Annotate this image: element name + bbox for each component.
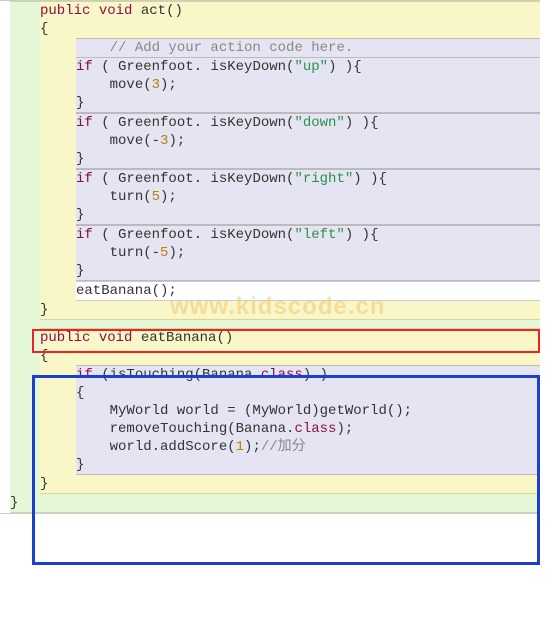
code-line: if ( Greenfoot. isKeyDown("down") ){ [0, 113, 540, 132]
code-line: move(3); [0, 76, 540, 94]
code-line: } [0, 94, 540, 113]
code-editor: public void act() { // Add your action c… [0, 0, 540, 514]
code-line: { [0, 384, 540, 402]
code-line: // Add your action code here. [0, 38, 540, 57]
comment: // Add your action code here. [110, 40, 354, 56]
code-line: } [0, 301, 540, 320]
code-line: turn(5); [0, 188, 540, 206]
code-line: } [0, 456, 540, 475]
code-line: removeTouching(Banana.class); [0, 420, 540, 438]
code-line: } [0, 262, 540, 281]
method-name: act [141, 3, 166, 19]
code-line: } [0, 150, 540, 169]
blank-line [0, 320, 540, 328]
code-line: if (isTouching(Banana.class) ) [0, 365, 540, 384]
code-line: } [0, 494, 540, 513]
code-line: } [0, 206, 540, 225]
code-line-eatbanana-call: eatBanana(); [0, 281, 540, 301]
kw-public: public [40, 3, 90, 19]
code-line: } [0, 475, 540, 494]
kw-void: void [99, 3, 133, 19]
code-line: if ( Greenfoot. isKeyDown("right") ){ [0, 169, 540, 188]
code-line: public void eatBanana() [0, 328, 540, 347]
code-line: if ( Greenfoot. isKeyDown("left") ){ [0, 225, 540, 244]
code-line: { [0, 347, 540, 365]
code-line: { [0, 20, 540, 38]
code-line: public void act() [0, 1, 540, 20]
code-line: turn(-5); [0, 244, 540, 262]
code-line: MyWorld world = (MyWorld)getWorld(); [0, 402, 540, 420]
code-line: if ( Greenfoot. isKeyDown("up") ){ [0, 57, 540, 76]
code-line: world.addScore(1);//加分 [0, 438, 540, 456]
code-line: move(-3); [0, 132, 540, 150]
